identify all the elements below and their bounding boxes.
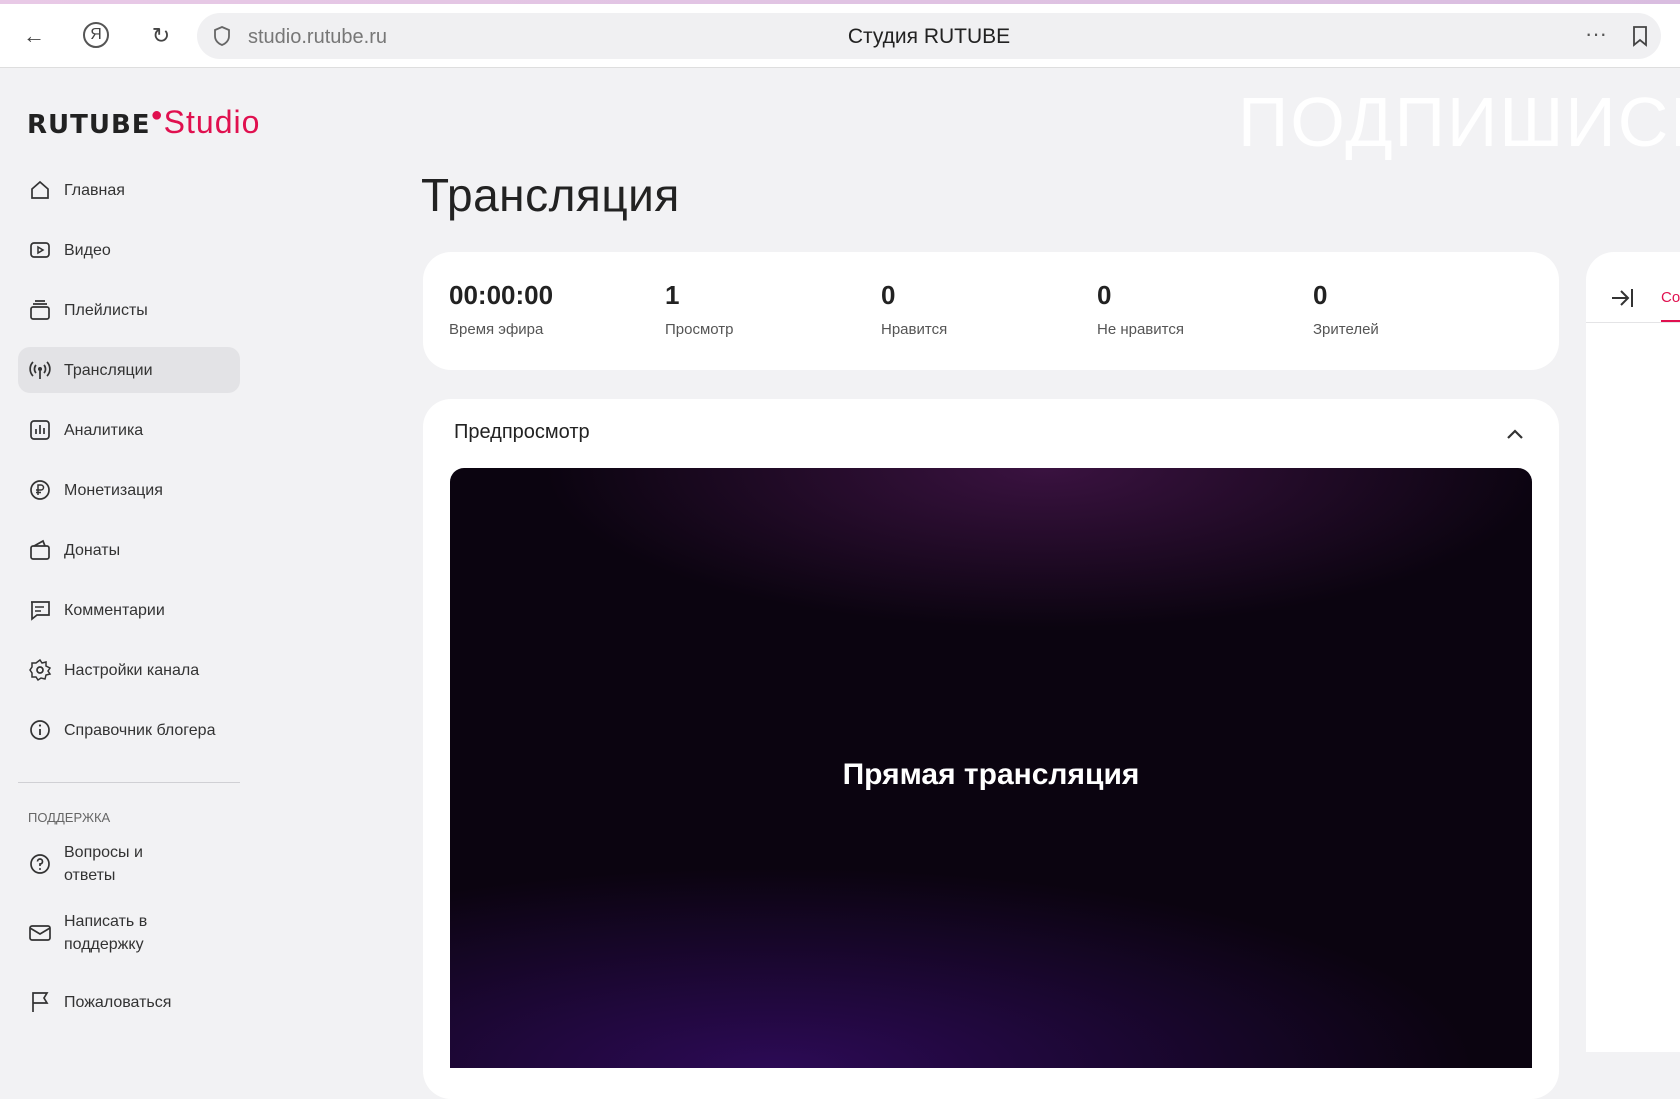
wallet-icon: [30, 539, 50, 560]
page-title: Трансляция: [421, 169, 680, 221]
stat-1: 1 Просмотр: [665, 280, 734, 338]
stat-label: Время эфира: [449, 321, 544, 338]
stat-label: Нравится: [881, 321, 948, 338]
stat-value: 0: [1313, 280, 1328, 310]
stat-value: 00:00:00: [449, 280, 554, 310]
nav-label: Трансляции: [64, 361, 153, 379]
nav-label: Настройки канала: [64, 661, 200, 679]
preview-card: Предпросмотр Прямая трансляция: [423, 399, 1559, 1099]
nav-label: Донаты: [64, 541, 121, 559]
sidebar-item-6[interactable]: Донаты: [18, 527, 240, 573]
sidebar-item-1[interactable]: Видео: [18, 227, 240, 273]
subscribe-watermark: ПОДПИШИСЬ: [1238, 83, 1680, 161]
sidebar-divider: [18, 782, 240, 783]
support-item-1[interactable]: Написать в поддержку: [18, 908, 240, 958]
nav-label: Главная: [64, 181, 125, 199]
nav-label: Монетизация: [64, 481, 163, 499]
flag-icon: [32, 992, 49, 1012]
playlist-icon: [30, 300, 50, 320]
panel-divider: [1586, 322, 1680, 323]
sidebar-item-8[interactable]: Настройки канала: [18, 647, 240, 693]
video-icon: [30, 242, 50, 258]
stat-value: 0: [1097, 280, 1112, 310]
support-item-2[interactable]: Пожаловаться: [18, 979, 240, 1025]
nav-label: Аналитика: [64, 421, 144, 439]
sidebar-item-7[interactable]: Комментарии: [18, 587, 240, 633]
video-preview[interactable]: Прямая трансляция: [450, 468, 1532, 1068]
stats-card: 00:00:00 Время эфира 1 Просмотр 0 Нравится 0 Не…: [423, 252, 1559, 370]
more-icon[interactable]: ···: [1585, 21, 1607, 47]
tab-chat[interactable]: Со: [1661, 289, 1680, 306]
stat-label: Зрителей: [1313, 321, 1379, 338]
preview-heading: Предпросмотр: [454, 421, 590, 443]
info-icon: [30, 720, 50, 740]
gear-icon: [29, 658, 52, 682]
bookmark-icon[interactable]: [1631, 25, 1649, 47]
video-placeholder-text: Прямая трансляция: [842, 758, 1140, 791]
stat-3: 0 Не нравится: [1097, 280, 1184, 338]
page-tab-title: Студия RUTUBE: [847, 25, 1011, 48]
stat-label: Просмотр: [665, 321, 734, 338]
browser-toolbar: ← Я ↻ studio.rutube.ru Студия RUTUBE ···: [0, 4, 1680, 68]
nav-label: Справочник блогера: [64, 721, 216, 739]
broadcast-icon: [29, 361, 51, 379]
support-heading: ПОДДЕРЖКА: [28, 810, 111, 825]
sidebar-item-3[interactable]: Трансляции: [18, 347, 240, 393]
sidebar-item-4[interactable]: Аналитика: [18, 407, 240, 453]
stat-value: 0: [881, 280, 896, 310]
comment-icon: [31, 601, 50, 621]
nav-label: Комментарии: [64, 601, 165, 619]
reload-icon[interactable]: ↻: [147, 22, 175, 50]
chat-panel: Со: [1586, 252, 1680, 1052]
home-icon: [31, 180, 49, 199]
stat-label: Не нравится: [1097, 321, 1184, 338]
stat-4: 0 Зрителей: [1313, 280, 1379, 338]
back-icon[interactable]: ←: [20, 22, 48, 50]
rutube-studio-logo[interactable]: RUTUBE●Studio: [27, 104, 260, 141]
sidebar-item-0[interactable]: Главная: [18, 167, 240, 213]
nav-label: Видео: [64, 241, 111, 259]
analytics-icon: [30, 420, 50, 440]
mail-icon: [29, 925, 51, 941]
nav-label: Пожаловаться: [64, 993, 172, 1011]
nav-label: Написать в поддержку: [64, 913, 148, 953]
nav-label: Вопросы и ответы: [64, 844, 143, 884]
stat-0: 00:00:00 Время эфира: [449, 280, 553, 338]
support-item-0[interactable]: Вопросы и ответы: [18, 841, 240, 887]
yandex-icon[interactable]: Я: [83, 22, 109, 48]
collapse-panel-icon[interactable]: [1610, 286, 1636, 310]
ruble-icon: [30, 480, 50, 500]
sidebar-item-5[interactable]: Монетизация: [18, 467, 240, 513]
sidebar-item-9[interactable]: Справочник блогера: [18, 707, 240, 753]
stat-value: 1: [665, 280, 680, 310]
chevron-up-icon[interactable]: [1505, 427, 1525, 441]
sidebar-item-2[interactable]: Плейлисты: [18, 287, 240, 333]
address-bar[interactable]: studio.rutube.ru Студия RUTUBE ···: [197, 13, 1661, 59]
question-icon: [30, 854, 50, 874]
stat-2: 0 Нравится: [881, 280, 947, 338]
nav-label: Плейлисты: [64, 301, 148, 319]
